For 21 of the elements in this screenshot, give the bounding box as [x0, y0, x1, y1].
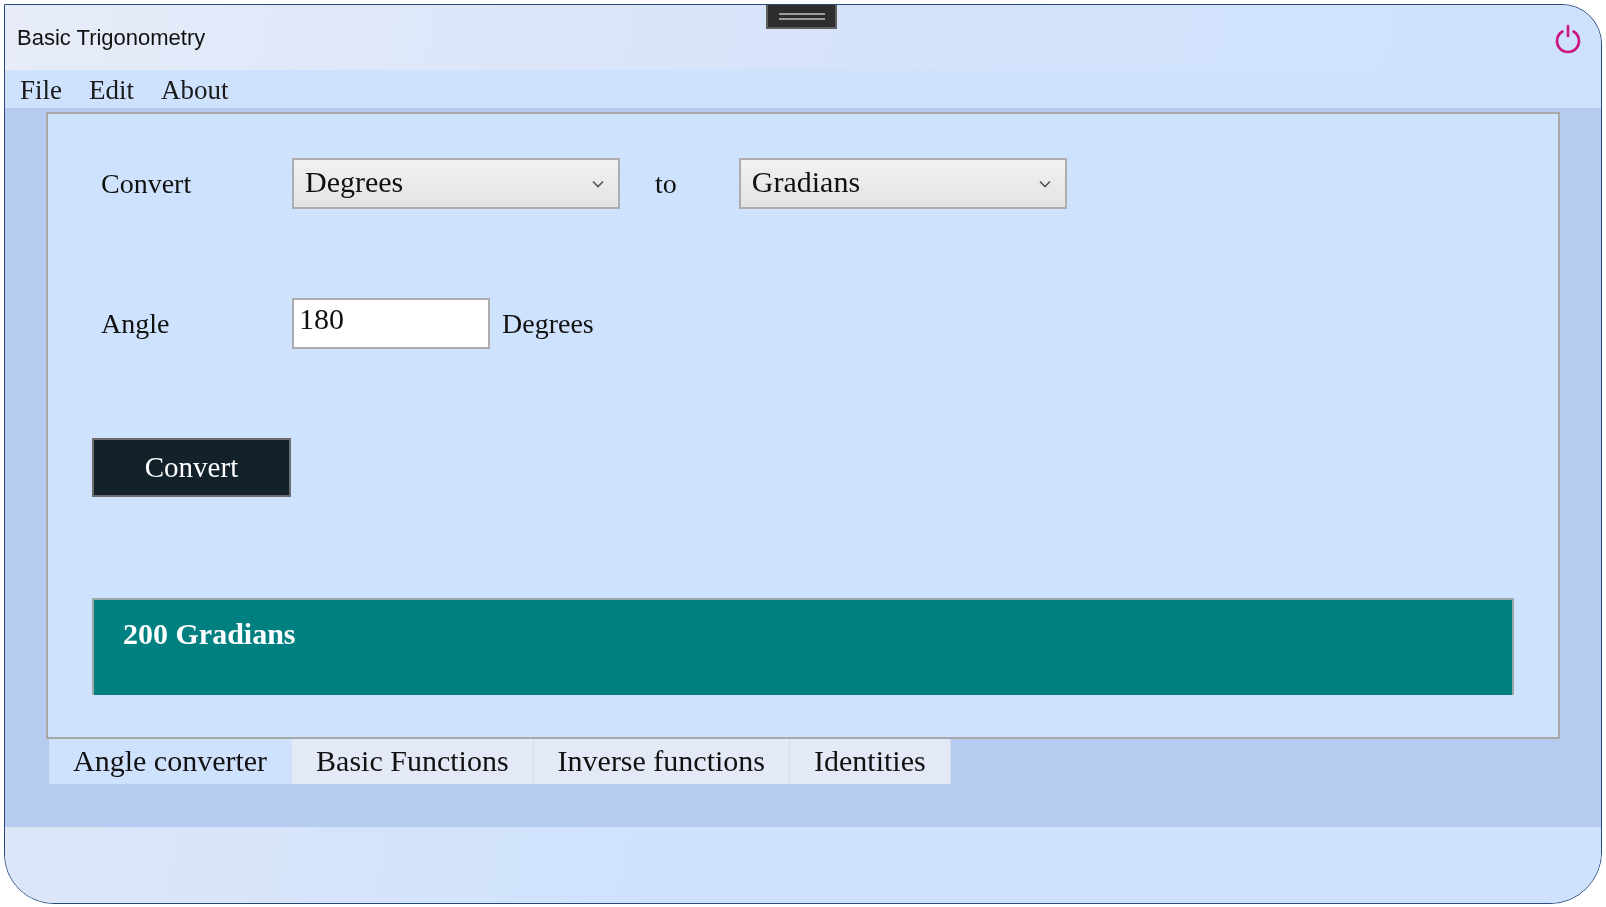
menu-item[interactable]: File	[16, 74, 66, 106]
window-title: Basic Trigonometry	[17, 24, 206, 51]
unit-dropdown[interactable]: Degrees	[292, 158, 620, 209]
field-label: Convert	[101, 167, 193, 200]
convert-button[interactable]: Convert	[92, 438, 291, 497]
caret-icon	[1038, 179, 1051, 188]
tab[interactable]: Inverse functions	[533, 739, 790, 784]
menu-item[interactable]: Edit	[85, 74, 138, 106]
unit-dropdown[interactable]: Gradians	[738, 158, 1067, 209]
tab[interactable]: Angle converter	[49, 739, 293, 784]
result-banner: 200 Gradians	[92, 598, 1514, 695]
field-label: to	[655, 167, 677, 200]
unit-label: Degrees	[502, 307, 594, 340]
menu-item[interactable]: About	[157, 74, 233, 106]
angle-input[interactable]: 180	[292, 298, 490, 349]
field-label: Angle	[101, 307, 171, 340]
caret-icon	[592, 179, 604, 188]
power-icon[interactable]	[1553, 23, 1583, 54]
tab[interactable]: Basic Functions	[292, 739, 534, 784]
drag-handle[interactable]	[766, 5, 837, 29]
tab[interactable]: Identities	[790, 739, 951, 784]
